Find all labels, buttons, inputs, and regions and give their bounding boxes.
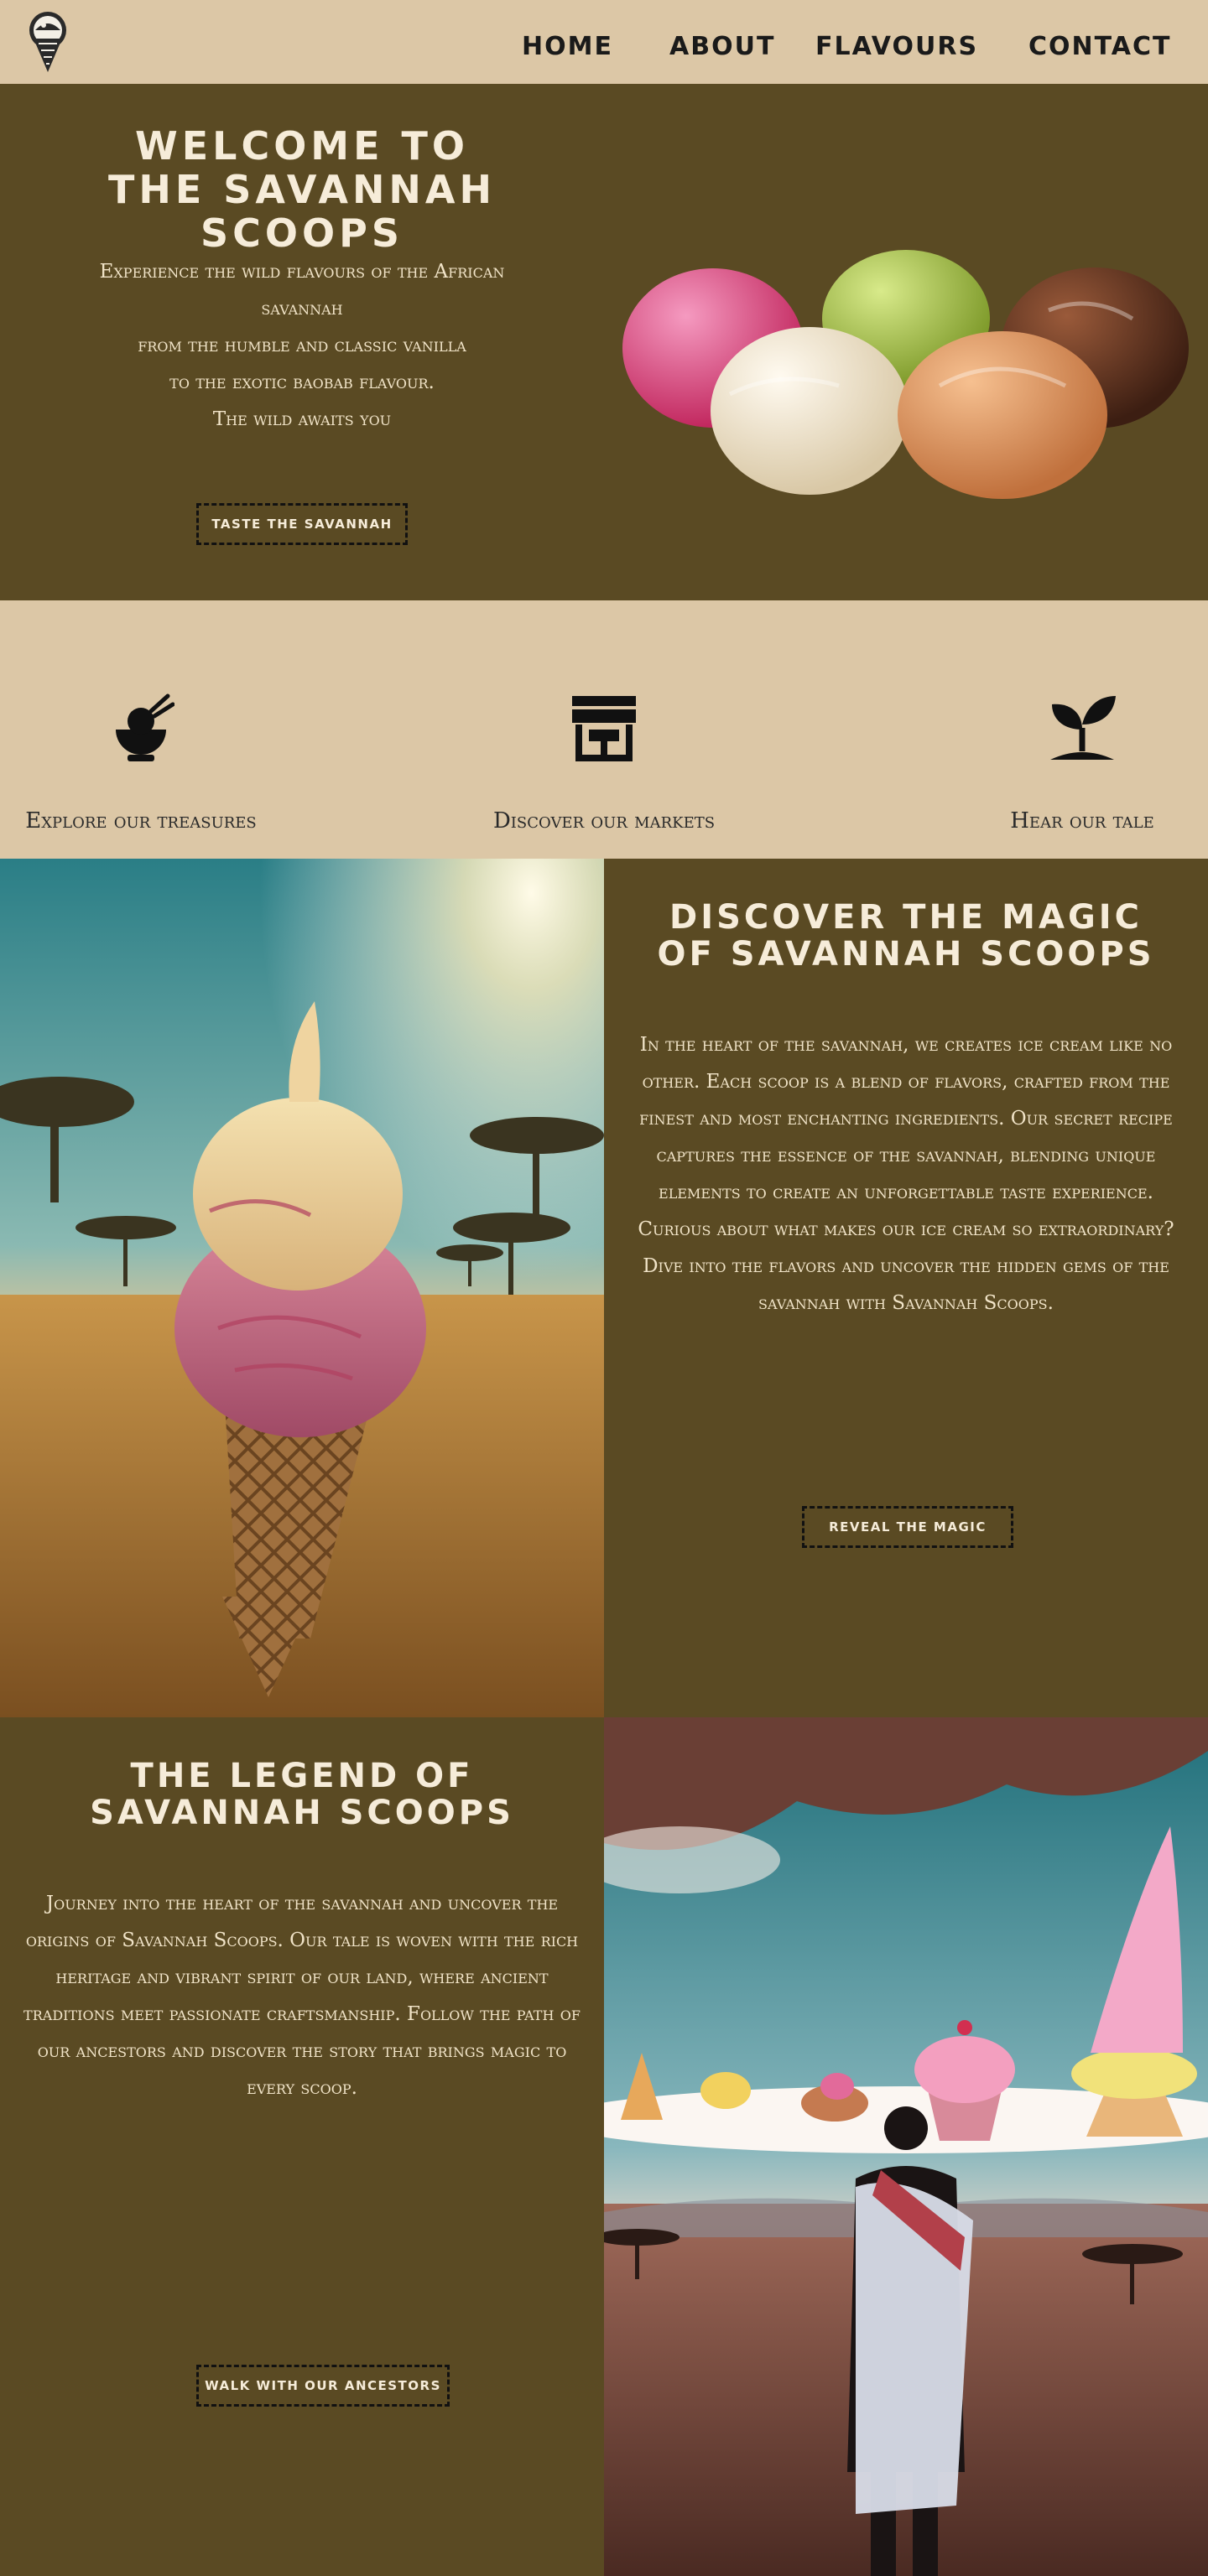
ancestor-ice-cream-landscape-image [604,1717,1208,2576]
feature-label: Hear our tale [1010,808,1154,834]
feature-label: Discover our markets [492,808,716,834]
walk-with-our-ancestors-button[interactable]: WALK WITH OUR ANCESTORS [196,2365,450,2407]
nav-home-link[interactable]: HOME [522,32,613,61]
hero-tagline-line: Experience the wild flavours of the Afri… [99,261,505,283]
feature-label: Explore our treasures [25,808,257,834]
feature-hear-tale[interactable]: Hear our tale [931,600,1208,859]
legend-title-line1: THE LEGEND OF [130,1757,474,1795]
savannah-ice-cream-cone-image [0,859,604,1717]
ice-cream-cone-logo-icon[interactable] [23,10,72,74]
legend-paragraph: Journey into the heart of the savannah a… [23,1893,581,2099]
hero-tagline-line: The wild awaits you [212,408,392,430]
discover-title: DISCOVER THE MAGIC OF SAVANNAH SCOOPS [604,899,1208,973]
hero-title-line2: THE SAVANNAH SCOOPS [107,167,497,256]
discover-title-line2: OF SAVANNAH SCOOPS [657,935,1155,974]
hero-tagline-line: from the humble and classic vanilla [138,335,466,356]
taste-the-savannah-button[interactable]: TASTE THE SAVANNAH [196,503,408,545]
legend-title: THE LEGEND OF SAVANNAH SCOOPS [0,1758,604,1831]
discover-magic-section: DISCOVER THE MAGIC OF SAVANNAH SCOOPS In… [604,859,1208,1717]
hero-title: WELCOME TO THE SAVANNAH SCOOPS [17,124,587,255]
top-nav: HOME ABOUT FLAVOURS CONTACT [0,0,1208,84]
hero-title-line1: WELCOME TO [134,123,470,169]
store-icon [572,696,636,761]
feature-explore-treasures[interactable]: Explore our treasures [0,600,292,859]
nav-flavours-link[interactable]: FLAVOURS [815,32,978,61]
feature-discover-markets[interactable]: Discover our markets [453,600,755,859]
sprout-icon [1050,696,1116,760]
hero-tagline-line: savannah [261,298,343,319]
hero-tagline-line: to the exotic baobab flavour. [169,371,435,393]
discover-title-line1: DISCOVER THE MAGIC [669,898,1143,937]
discover-paragraph-1: In the heart of the savannah, we creates… [639,1034,1173,1203]
bowl-icon [116,693,174,761]
nav-about-link[interactable]: ABOUT [669,32,775,61]
features-section: Explore our treasures Discover our marke… [0,600,1208,859]
legend-section: THE LEGEND OF SAVANNAH SCOOPS Journey in… [0,1717,604,2576]
discover-paragraph-2: Curious about what makes our ice cream s… [638,1218,1174,1314]
nav-contact-link[interactable]: CONTACT [1028,32,1171,61]
hero-section: WELCOME TO THE SAVANNAH SCOOPS Experienc… [0,84,1208,600]
ice-cream-scoops-image [622,250,1189,499]
reveal-the-magic-button[interactable]: REVEAL THE MAGIC [802,1506,1013,1548]
hero-tagline: Experience the wild flavours of the Afri… [50,253,554,438]
legend-title-line2: SAVANNAH SCOOPS [90,1794,514,1832]
